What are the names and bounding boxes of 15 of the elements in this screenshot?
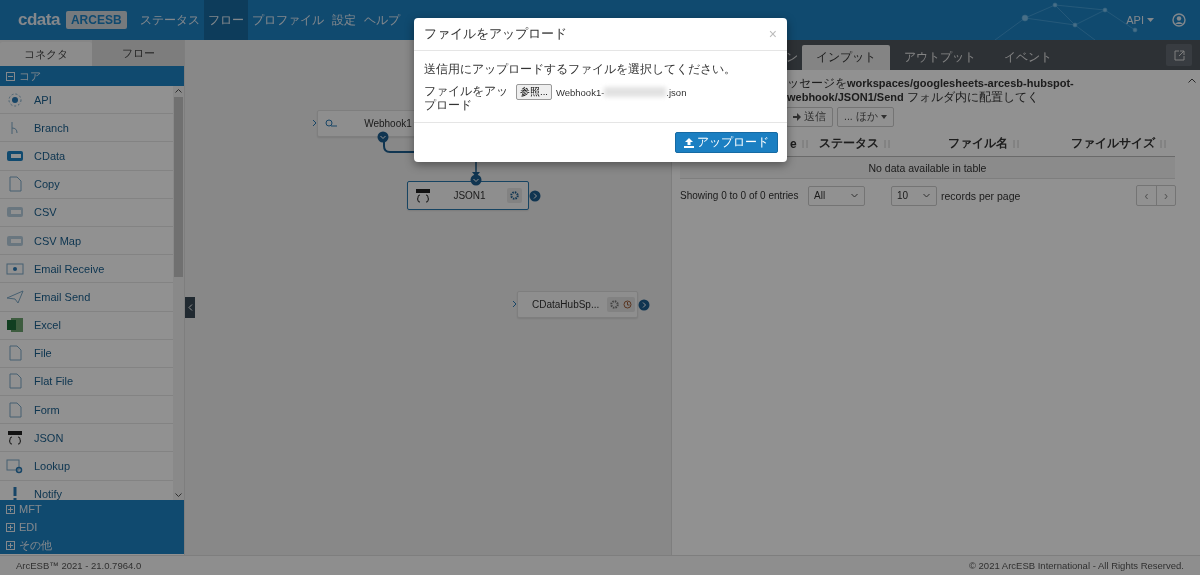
dialog-instruction: 送信用にアップロードするファイルを選択してください。 [424,61,737,78]
entries-info: Showing 0 to 0 of 0 entries [680,190,800,201]
version-text: ArcESB™ 2021 - 21.0.7964.0 [16,560,142,571]
field-label: ファイルをアップロード [424,84,509,112]
node-label: Webhook1 [363,118,413,129]
dialog-title: ファイルをアップロード [424,25,567,43]
instruction-text: ッセージをworkspaces/googlesheets-arcesb-hubspot-webhook/JSON1/Send フォルダ内に配置してく [787,76,1075,104]
page-size-label: records per page [941,189,1021,202]
file-name: Webhook1- .json [555,86,687,98]
node-label: CDataHubSp... [532,299,600,310]
brand-logo: cdata [18,10,60,30]
node-label: JSON1 [452,190,487,201]
product-logo: ARCESB [65,11,127,29]
empty-table-message: No data available in table [680,157,1175,179]
copyright-text: © 2021 ArcESB International - All Rights Reserved. [968,560,1184,571]
